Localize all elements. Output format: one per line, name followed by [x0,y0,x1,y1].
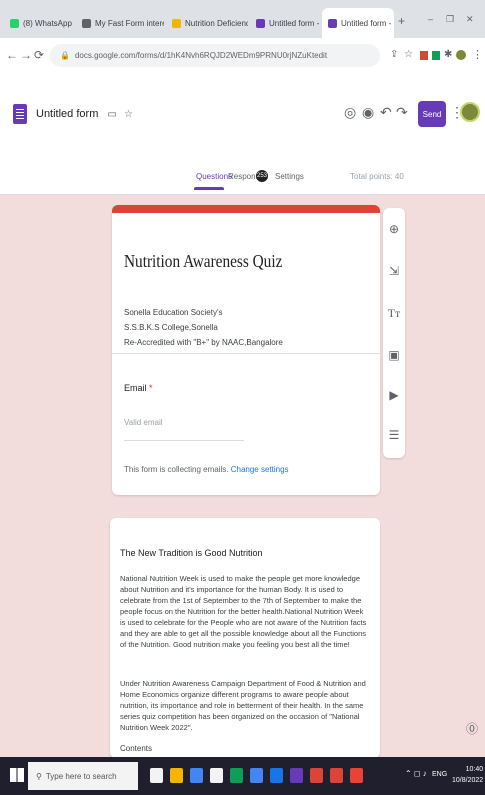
reload-button[interactable]: ⟳ [34,48,44,62]
article-section-card[interactable]: The New Tradition is Good Nutrition Nati… [110,518,380,758]
preview-eye-icon[interactable]: ◉ [362,104,374,121]
browser-tab-form-active[interactable]: Untitled form - Google Form ✕ [322,8,394,38]
article-title: The New Tradition is Good Nutrition [120,548,263,558]
taskbar-app-icon[interactable] [350,768,363,783]
maximize-button[interactable]: ❐ [446,14,454,25]
email-label-text: Email [124,383,147,393]
change-settings-link[interactable]: Change settings [231,465,289,474]
taskbar-app-icon[interactable] [210,768,223,783]
import-questions-icon[interactable]: ⇲ [383,264,405,278]
form-description-line[interactable]: Re-Accredited with "B+" by NAAC,Bangalor… [124,338,283,347]
bookmark-star-icon[interactable]: ☆ [404,49,413,60]
share-icon[interactable]: ⇪ [390,49,398,60]
collect-note-text: This form is collecting emails. [124,465,229,474]
contents-label: Contents [120,744,153,753]
add-section-icon[interactable]: ☰ [383,428,405,442]
document-title[interactable]: Untitled form ▭ ☆ [36,108,133,120]
responses-count-badge: 253 [256,170,268,182]
search-placeholder: Type here to search [45,771,117,781]
avatar[interactable] [460,102,480,122]
required-asterisk: * [149,383,153,393]
close-window-button[interactable]: ✕ [466,14,474,25]
question-toolbar: ⊕ ⇲ Tт ▣ ▶ ☰ [383,208,405,458]
extension-icon[interactable] [420,51,428,60]
google-forms-icon[interactable] [13,104,27,124]
browser-tab-bar: (8) WhatsApp My Fast Form interest setti… [0,0,485,38]
url-text: docs.google.com/forms/d/1hK4Nvh6RQJD2WED… [74,51,328,60]
taskbar-app-icon[interactable] [190,768,203,783]
add-title-icon[interactable]: Tт [383,306,405,321]
taskbar-app-icon[interactable] [310,768,323,783]
extension-icon[interactable] [432,51,440,60]
undo-icon[interactable]: ↶ [380,104,392,121]
url-input[interactable]: 🔒 docs.google.com/forms/d/1hK4Nvh6RQJD2W… [50,44,380,67]
form-title-card[interactable]: Nutrition Awareness Quiz Sonella Educati… [112,205,380,495]
clock-date: 10/8/2022 [452,777,484,784]
minimize-button[interactable]: – [428,14,433,24]
add-question-icon[interactable]: ⊕ [383,222,405,236]
tab-settings[interactable]: Settings [275,172,304,181]
profile-avatar[interactable] [456,50,466,60]
add-video-icon[interactable]: ▶ [383,388,405,402]
clock[interactable]: 10:40 10/8/2022 [452,764,483,786]
form-description-line[interactable]: S.S.B.K.S College,Sonella [124,323,218,332]
email-collection-note: This form is collecting emails. Change s… [124,465,289,474]
browser-tab-form-1[interactable]: Untitled form - Google Form ✕ [250,8,320,38]
folder-icon[interactable]: ▭ [107,109,116,120]
forward-button[interactable]: → [20,48,32,62]
taskbar-app-icon[interactable] [270,768,283,783]
browser-tab-nutrition[interactable]: Nutrition Deficiency Ex ✕ [166,8,248,38]
tab-label: (8) WhatsApp [23,18,72,28]
article-paragraph: Under Nutrition Awareness Campaign Depar… [120,679,366,732]
send-button[interactable]: Send [418,101,446,127]
language-indicator[interactable]: ENG [432,771,447,778]
forms-header: Untitled form ▭ ☆ ◎ ◉ ↶ ↷ Send ⋮ Questio… [0,74,485,195]
form-title[interactable]: Nutrition Awareness Quiz [124,251,282,272]
total-points: Total points: 40 [350,172,404,181]
search-icon: ⚲ [36,771,42,781]
tab-label: Untitled form - Google Form [269,18,320,28]
taskbar-app-icon[interactable] [170,768,183,783]
add-image-icon[interactable]: ▣ [383,348,405,362]
redo-icon[interactable]: ↷ [396,104,408,121]
browser-tab-fast-form[interactable]: My Fast Form interest setting ✕ [76,8,164,38]
address-bar-row: ← → ⟳ 🔒 docs.google.com/forms/d/1hK4Nvh6… [0,38,485,75]
help-icon[interactable]: ⓪ [466,720,478,737]
email-field[interactable]: Valid email [124,418,244,441]
taskbar-app-icon[interactable] [330,768,343,783]
article-paragraph: National Nutrition Week is used to make … [120,574,367,649]
tab-label: Nutrition Deficiency Ex [185,18,248,28]
taskbar-app-icon[interactable] [250,768,263,783]
forms-icon [256,18,265,28]
tray-icons[interactable]: ⌃ ◻ ♪ [405,769,427,778]
email-question-label: Email * [124,383,153,393]
active-tab-indicator [194,187,224,190]
taskbar-app-icon[interactable] [230,768,243,783]
divider [112,353,380,354]
browser-tab-whatsapp[interactable]: (8) WhatsApp [4,8,74,38]
clock-time: 10:40 [465,766,484,773]
new-tab-button[interactable]: + [398,14,405,28]
slides-icon [172,18,181,28]
forms-icon [328,18,337,28]
tab-questions[interactable]: Questions [196,172,232,181]
back-button[interactable]: ← [6,48,18,62]
taskbar-app-icon[interactable] [150,768,163,783]
palette-icon[interactable]: ◎ [344,104,356,121]
document-title-text: Untitled form [36,108,99,120]
windows-start-icon[interactable] [10,768,24,782]
tab-label: My Fast Form interest setting [95,18,164,28]
puzzle-icon[interactable]: ✱ [444,49,452,60]
taskbar-app-icon[interactable] [290,768,303,783]
tab-label: Untitled form - Google Form [341,18,394,28]
page-icon [82,18,91,28]
whatsapp-icon [10,18,19,28]
windows-taskbar: ⚲ Type here to search ⌃ ◻ ♪ 10:40 10/8/2… [0,757,485,795]
form-description-line[interactable]: Sonella Education Society's [124,308,222,317]
star-icon[interactable]: ☆ [124,109,133,120]
browser-menu-icon[interactable]: ⋮ [472,48,483,61]
lock-icon: 🔒 [60,51,70,60]
taskbar-search-input[interactable]: ⚲ Type here to search [28,762,138,790]
